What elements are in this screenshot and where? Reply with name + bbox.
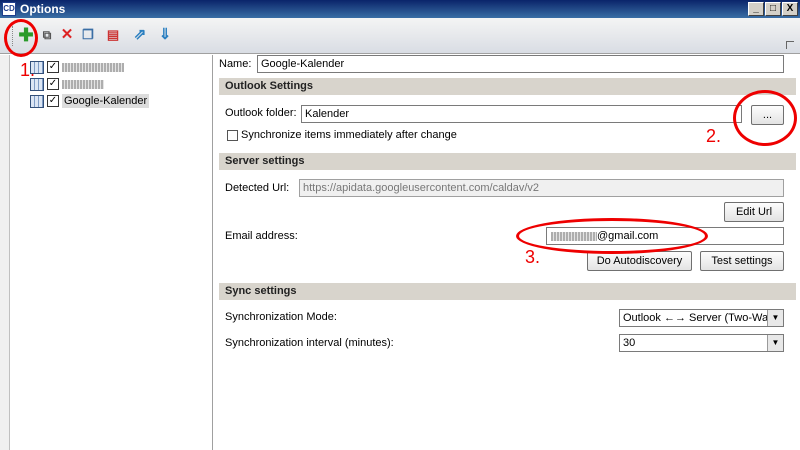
tree-item-google-kalender[interactable]: ✓ Google-Kalender bbox=[30, 93, 150, 109]
minimize-button[interactable]: _ bbox=[748, 2, 764, 16]
delete-multiple-icon[interactable]: ▤ bbox=[104, 26, 122, 44]
email-user-redacted bbox=[551, 231, 597, 241]
test-settings-button[interactable]: Test settings bbox=[700, 251, 784, 271]
sync-mode-select[interactable]: Outlook ←→ Server (Two-Way) ▼ bbox=[619, 309, 784, 327]
profile-tree: ✓ ✓ ✓ Google-Kalender bbox=[10, 55, 213, 450]
detected-url-label: Detected Url: bbox=[225, 182, 290, 194]
name-field[interactable]: Google-Kalender bbox=[257, 55, 784, 73]
detected-url-field: https://apidata.googleusercontent.com/ca… bbox=[299, 179, 784, 197]
tree-item[interactable]: ✓ bbox=[30, 76, 104, 92]
app-icon: CD bbox=[2, 2, 16, 16]
calendar-icon bbox=[30, 94, 44, 108]
annotation-label-3: 3. bbox=[525, 247, 541, 267]
add-icon[interactable]: ✚ bbox=[17, 26, 35, 44]
copy-settings-icon[interactable]: ⧉ bbox=[38, 26, 56, 44]
sync-immediately-checkbox[interactable] bbox=[227, 130, 238, 141]
outlook-folder-label: Outlook folder: bbox=[225, 107, 297, 119]
left-edge bbox=[0, 55, 10, 450]
toolbar-grip bbox=[12, 26, 15, 46]
email-field[interactable]: @gmail.com bbox=[546, 227, 784, 245]
tree-item-label-redacted bbox=[62, 62, 124, 72]
import-icon[interactable]: ⇓ bbox=[156, 26, 174, 44]
window-title: Options bbox=[20, 2, 66, 16]
sync-settings-header: Sync settings bbox=[219, 283, 796, 300]
maximize-button[interactable]: □ bbox=[765, 2, 781, 16]
sync-mode-label: Synchronization Mode: bbox=[225, 311, 337, 323]
delete-icon[interactable]: ✕ bbox=[58, 26, 76, 44]
close-button[interactable]: X bbox=[782, 2, 798, 16]
duplicate-icon[interactable]: ❐ bbox=[79, 26, 97, 44]
email-domain: @gmail.com bbox=[597, 230, 659, 242]
edit-url-button[interactable]: Edit Url bbox=[724, 202, 784, 222]
sync-mode-value: Outlook ←→ Server (Two-Way) bbox=[623, 312, 778, 324]
export-icon[interactable]: ⇗ bbox=[131, 26, 149, 44]
tree-item-label-redacted bbox=[62, 79, 104, 89]
server-settings-header: Server settings bbox=[219, 153, 796, 170]
annotation-label-1: 1. bbox=[20, 60, 36, 80]
annotation-label-2: 2. bbox=[706, 126, 722, 146]
sync-interval-label: Synchronization interval (minutes): bbox=[225, 337, 394, 349]
toolbar: ✚ ⧉ ✕ ❐ ▤ ⇗ ⇓ bbox=[0, 18, 800, 54]
name-label: Name: bbox=[219, 58, 252, 70]
toolbar-overflow-icon[interactable] bbox=[786, 41, 794, 49]
sync-interval-select[interactable]: 30 ▼ bbox=[619, 334, 784, 352]
checkbox[interactable]: ✓ bbox=[47, 78, 59, 90]
sync-interval-value: 30 bbox=[623, 337, 636, 349]
browse-button[interactable]: ... bbox=[751, 105, 784, 125]
sync-immediately-label: Synchronize items immediately after chan… bbox=[241, 129, 457, 141]
tree-item[interactable]: ✓ bbox=[30, 59, 124, 75]
do-autodiscovery-button[interactable]: Do Autodiscovery bbox=[587, 251, 692, 271]
outlook-folder-field[interactable]: Kalender bbox=[301, 105, 742, 123]
tree-item-label: Google-Kalender bbox=[62, 94, 150, 108]
chevron-down-icon[interactable]: ▼ bbox=[767, 335, 783, 351]
outlook-settings-header: Outlook Settings bbox=[219, 78, 796, 95]
checkbox[interactable]: ✓ bbox=[47, 61, 59, 73]
title-bar: CD Options _ □ X bbox=[0, 0, 800, 18]
settings-panel: Name: Google-Kalender Outlook Settings O… bbox=[215, 55, 800, 450]
chevron-down-icon[interactable]: ▼ bbox=[767, 310, 783, 326]
email-label: Email address: bbox=[225, 230, 298, 242]
checkbox[interactable]: ✓ bbox=[47, 95, 59, 107]
